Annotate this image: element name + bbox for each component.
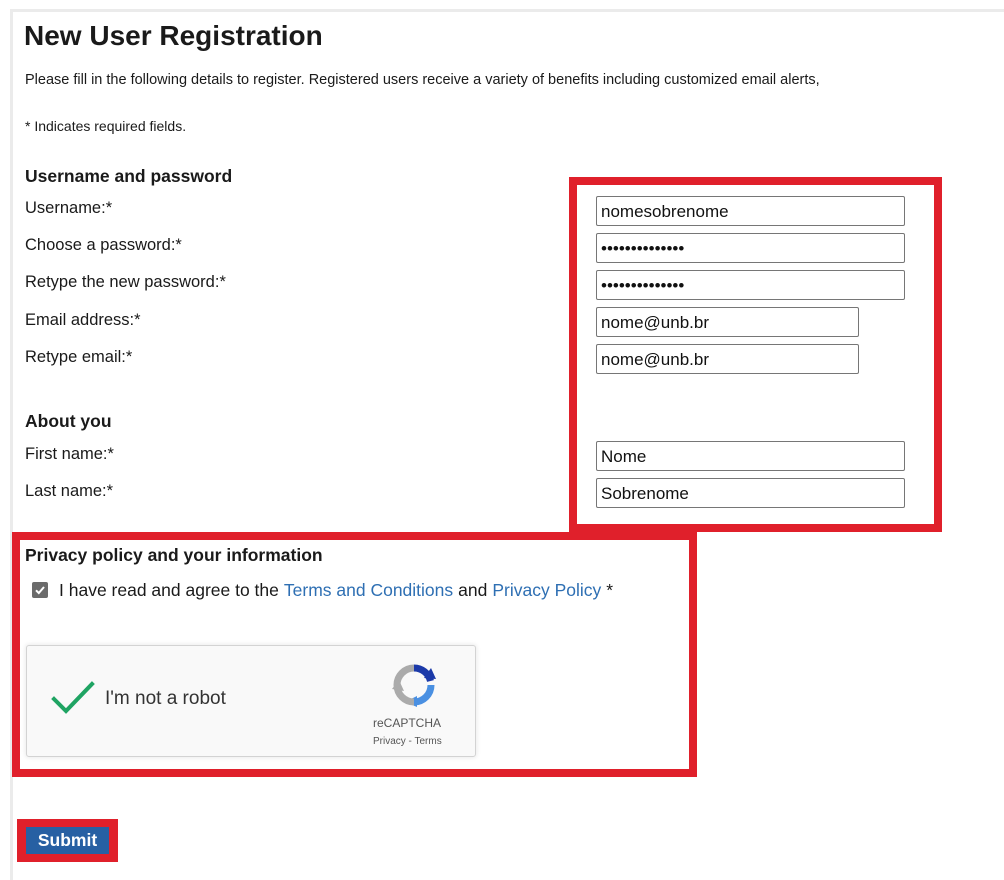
- about-section-title: About you: [25, 411, 112, 431]
- top-divider: [10, 9, 1004, 12]
- retype-password-label: Retype the new password:*: [25, 273, 226, 291]
- password-label: Choose a password:*: [25, 236, 182, 254]
- intro-text: Please fill in the following details to …: [25, 72, 820, 88]
- username-label: Username:*: [25, 199, 113, 217]
- retype-email-label: Retype email:*: [25, 348, 133, 366]
- first-name-label: First name:*: [25, 445, 114, 463]
- last-name-label: Last name:*: [25, 482, 114, 500]
- registration-page: New User Registration Please fill in the…: [0, 0, 1004, 880]
- privacy-highlight-box: [12, 532, 697, 777]
- submit-button[interactable]: Submit: [26, 827, 109, 854]
- credentials-section-title: Username and password: [25, 166, 233, 186]
- required-fields-note: * Indicates required fields.: [25, 118, 187, 134]
- email-label: Email address:*: [25, 311, 141, 329]
- fields-highlight-box: [569, 177, 942, 532]
- page-title: New User Registration: [24, 20, 323, 51]
- submit-highlight-box: Submit: [17, 819, 118, 862]
